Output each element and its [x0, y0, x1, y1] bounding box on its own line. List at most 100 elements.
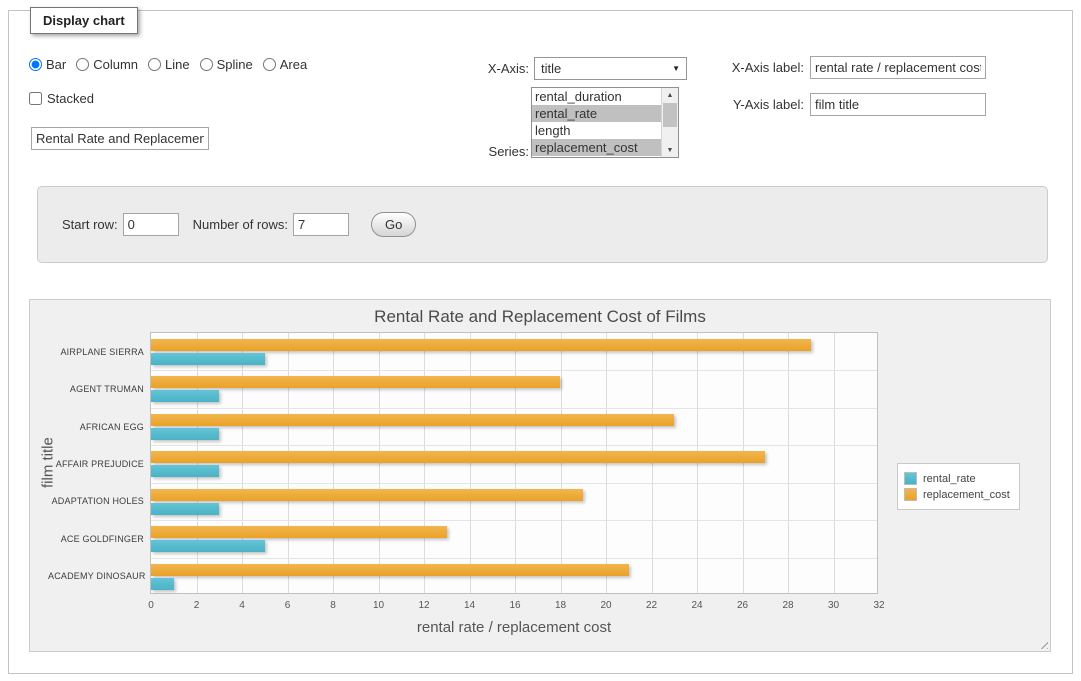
- gridline: [151, 483, 877, 484]
- gridline: [151, 445, 877, 446]
- x-axis-label-row: X-Axis label:: [714, 56, 986, 79]
- bar-replacement_cost: [151, 489, 583, 501]
- x-tick-label: 18: [546, 600, 576, 611]
- bar-replacement_cost: [151, 339, 811, 351]
- display-chart-fieldset: Display chart Bar Column Line Spline Area St…: [8, 10, 1073, 674]
- chart-type-label: Column: [93, 57, 138, 72]
- bar-replacement_cost: [151, 414, 674, 426]
- bar-rental_rate: [151, 465, 219, 477]
- bar-rental_rate: [151, 503, 219, 515]
- bar-rental_rate: [151, 390, 219, 402]
- chart-type-radio-bar[interactable]: [29, 58, 42, 71]
- chart-type-label: Spline: [217, 57, 253, 72]
- category-label: AIRPLANE SIERRA: [48, 347, 144, 357]
- x-axis-select[interactable]: title ▼: [534, 57, 687, 80]
- rows-panel: Start row: Number of rows: Go: [37, 186, 1048, 263]
- chart-type-option-line[interactable]: Line: [148, 57, 190, 72]
- x-tick-label: 32: [864, 600, 894, 611]
- bar-replacement_cost: [151, 451, 765, 463]
- scrollbar-up-icon[interactable]: ▲: [662, 88, 678, 102]
- chart-title-input[interactable]: [31, 127, 209, 150]
- category-axis-labels: AIRPLANE SIERRAAGENT TRUMANAFRICAN EGGAF…: [48, 333, 144, 595]
- x-tick-label: 28: [773, 600, 803, 611]
- plot-area: [150, 332, 878, 594]
- y-axis-label-caption: Y-Axis label:: [714, 97, 804, 112]
- legend-swatch: [904, 488, 917, 501]
- x-tick-label: 26: [728, 600, 758, 611]
- scrollbar-thumb[interactable]: [663, 103, 677, 127]
- bar-replacement_cost: [151, 564, 629, 576]
- series-caption: Series:: [439, 144, 529, 159]
- x-tick-label: 8: [318, 600, 348, 611]
- category-label: ADAPTATION HOLES: [48, 496, 144, 506]
- x-tick-label: 30: [819, 600, 849, 611]
- resize-handle-icon[interactable]: [1037, 638, 1048, 649]
- series-option-rental_rate[interactable]: rental_rate: [532, 105, 661, 122]
- category-label: ACADEMY DINOSAUR: [48, 571, 144, 581]
- category-label: ACE GOLDFINGER: [48, 534, 144, 544]
- x-tick-label: 20: [591, 600, 621, 611]
- x-tick-label: 0: [136, 600, 166, 611]
- chart-title: Rental Rate and Replacement Cost of Film…: [30, 307, 1050, 327]
- display-chart-legend: Display chart: [30, 7, 138, 34]
- x-axis-caption: X-Axis:: [439, 61, 529, 76]
- start-row-input[interactable]: [123, 213, 179, 236]
- x-axis-label-input[interactable]: [810, 56, 986, 79]
- chart-type-group: Bar Column Line Spline Area: [29, 57, 317, 72]
- series-listbox[interactable]: rental_durationrental_ratelengthreplacem…: [531, 87, 679, 158]
- chart-type-label: Bar: [46, 57, 66, 72]
- chart-type-label: Area: [280, 57, 307, 72]
- chart-type-option-bar[interactable]: Bar: [29, 57, 66, 72]
- x-tick-label: 2: [182, 600, 212, 611]
- chart-type-option-area[interactable]: Area: [263, 57, 307, 72]
- bar-rental_rate: [151, 540, 265, 552]
- num-rows-label: Number of rows:: [193, 217, 288, 232]
- bar-rental_rate: [151, 428, 219, 440]
- go-button[interactable]: Go: [371, 212, 416, 237]
- bar-replacement_cost: [151, 376, 560, 388]
- chevron-down-icon: ▼: [672, 64, 680, 73]
- x-tick-label: 22: [637, 600, 667, 611]
- series-option-length[interactable]: length: [532, 122, 661, 139]
- chart-type-option-column[interactable]: Column: [76, 57, 138, 72]
- x-axis-row: X-Axis: title ▼: [439, 57, 687, 80]
- series-option-rental_duration[interactable]: rental_duration: [532, 88, 661, 105]
- chart-type-radio-area[interactable]: [263, 58, 276, 71]
- series-option-replacement_cost[interactable]: replacement_cost: [532, 139, 661, 156]
- scrollbar-down-icon[interactable]: ▼: [662, 143, 678, 157]
- x-axis-ticks: 02468101214161820222426283032: [30, 600, 1050, 614]
- gridline: [151, 558, 877, 559]
- stacked-checkbox[interactable]: [29, 92, 42, 105]
- chart-type-radio-line[interactable]: [148, 58, 161, 71]
- chart-type-label: Line: [165, 57, 190, 72]
- x-axis-select-value: title: [541, 61, 672, 76]
- series-listbox-scrollbar[interactable]: ▲ ▼: [661, 88, 678, 157]
- x-tick-label: 16: [500, 600, 530, 611]
- chart-type-radio-spline[interactable]: [200, 58, 213, 71]
- bar-rental_rate: [151, 353, 265, 365]
- x-tick-label: 24: [682, 600, 712, 611]
- x-tick-label: 14: [455, 600, 485, 611]
- y-axis-label-row: Y-Axis label:: [714, 93, 986, 116]
- chart-type-radio-column[interactable]: [76, 58, 89, 71]
- gridline: [151, 408, 877, 409]
- gridline: [788, 333, 789, 593]
- x-tick-label: 6: [273, 600, 303, 611]
- bar-replacement_cost: [151, 526, 447, 538]
- chart-type-option-spline[interactable]: Spline: [200, 57, 253, 72]
- stacked-option[interactable]: Stacked: [29, 91, 94, 106]
- legend-item: replacement_cost: [904, 488, 1010, 501]
- num-rows-input[interactable]: [293, 213, 349, 236]
- x-axis-label-caption: X-Axis label:: [714, 60, 804, 75]
- x-tick-label: 10: [364, 600, 394, 611]
- category-label: AGENT TRUMAN: [48, 384, 144, 394]
- y-axis-label-input[interactable]: [810, 93, 986, 116]
- series-options: rental_durationrental_ratelengthreplacem…: [532, 88, 661, 157]
- start-row-label: Start row:: [62, 217, 118, 232]
- legend-label: replacement_cost: [923, 489, 1010, 501]
- category-label: AFFAIR PREJUDICE: [48, 459, 144, 469]
- chart-legend: rental_rate replacement_cost: [897, 463, 1020, 510]
- stacked-label: Stacked: [47, 91, 94, 106]
- x-axis-title: rental rate / replacement cost: [150, 619, 878, 636]
- legend-item: rental_rate: [904, 472, 1010, 485]
